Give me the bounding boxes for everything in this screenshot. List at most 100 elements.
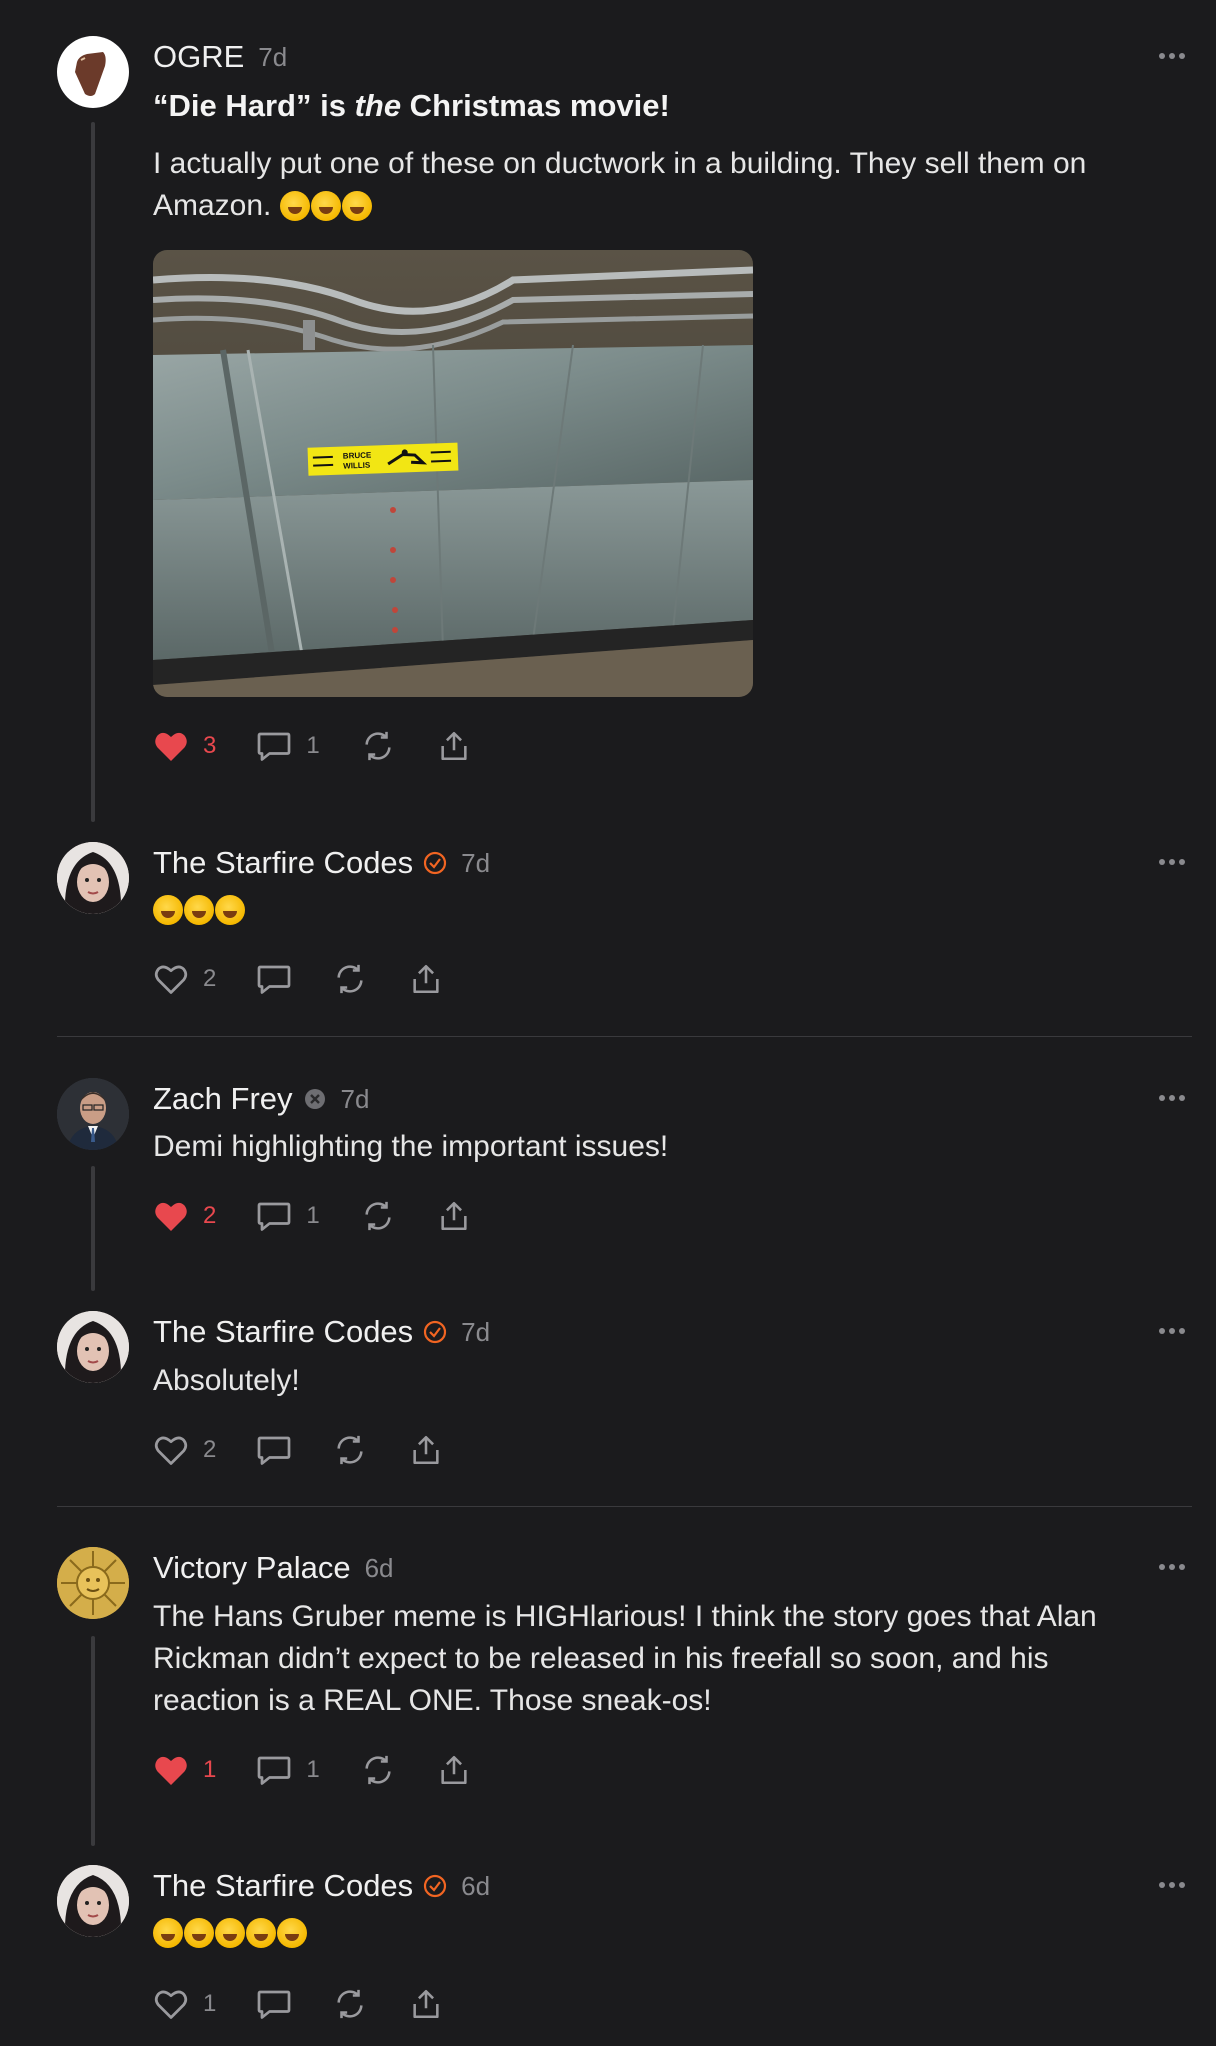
comment-bubble-icon (258, 965, 291, 994)
post-body: The Hans Gruber meme is HIGHlarious! I t… (153, 1600, 1097, 1717)
post-actions: 1 1 (153, 1750, 512, 1790)
like-button[interactable]: 3 (153, 729, 216, 763)
like-button[interactable]: 2 (153, 962, 216, 996)
more-dots-icon[interactable] (1158, 1325, 1186, 1337)
laughing-emoji-icon (246, 1918, 276, 1948)
user-badge-icon (304, 1089, 325, 1109)
repost-icon (365, 1755, 391, 1785)
laughing-emoji-icon (341, 191, 372, 221)
avatar[interactable] (57, 1865, 129, 1937)
share-button[interactable] (436, 1199, 472, 1233)
like-count: 1 (203, 1756, 217, 1783)
avatar[interactable] (57, 1547, 129, 1619)
like-button[interactable]: 1 (153, 1987, 216, 2021)
avatar[interactable] (57, 36, 129, 108)
post-header: OGRE 7d (153, 37, 287, 77)
author-name[interactable]: The Starfire Codes (153, 1314, 413, 1350)
more-dots-icon[interactable] (1158, 1561, 1186, 1573)
share-button[interactable] (408, 1987, 444, 2021)
share-icon (413, 1989, 439, 2019)
like-count: 1 (203, 1990, 217, 2017)
like-count: 2 (203, 1436, 217, 1463)
like-button[interactable]: 2 (153, 1433, 216, 1467)
share-icon (413, 964, 439, 994)
heart-icon (154, 1990, 188, 2019)
like-button[interactable]: 2 (153, 1199, 216, 1233)
sticker-text: BRUCE (343, 451, 372, 461)
post-header: The Starfire Codes 6d (153, 1866, 490, 1906)
author-name[interactable]: OGRE (153, 39, 244, 75)
post-body-emojis (153, 895, 246, 925)
post-ogre: OGRE 7d “Die Hard” is the Christmas movi… (0, 0, 1216, 830)
post-actions: 3 1 (153, 726, 512, 766)
share-button[interactable] (408, 962, 444, 996)
share-button[interactable] (408, 1433, 444, 1467)
starfire-avatar-icon (57, 1865, 129, 1937)
heart-icon (154, 1436, 188, 1465)
post-time: 6d (364, 1552, 394, 1583)
author-name[interactable]: Victory Palace (153, 1550, 351, 1586)
post-body: Demi highlighting the important issues! (153, 1130, 669, 1163)
author-name[interactable]: The Starfire Codes (153, 845, 413, 881)
avatar[interactable] (57, 842, 129, 914)
post-image[interactable]: BRUCE WILLIS (153, 250, 753, 697)
laughing-emoji-icon (279, 191, 310, 221)
comment-button[interactable]: 1 (256, 729, 320, 763)
post-header: Zach Frey 7d (153, 1079, 369, 1119)
comment-button[interactable] (256, 1433, 292, 1467)
repost-button[interactable] (332, 1433, 368, 1467)
more-dots-icon[interactable] (1158, 1092, 1186, 1104)
comment-button[interactable] (256, 1987, 292, 2021)
laughing-emoji-icon (310, 191, 341, 221)
laughing-emoji-icon (153, 895, 183, 925)
repost-icon (337, 1989, 363, 2019)
author-name[interactable]: Zach Frey (153, 1081, 293, 1117)
comment-button[interactable] (256, 962, 292, 996)
thread-divider (57, 1506, 1192, 1507)
post-time: 7d (258, 41, 288, 72)
laughing-emoji-icon (215, 895, 245, 925)
more-dots-icon[interactable] (1158, 50, 1186, 62)
author-name[interactable]: The Starfire Codes (153, 1868, 413, 1904)
comment-count: 1 (306, 1202, 320, 1229)
repost-button[interactable] (360, 729, 396, 763)
ductwork-photo: BRUCE WILLIS (153, 250, 753, 697)
heart-icon (155, 1202, 187, 1231)
share-button[interactable] (436, 1753, 472, 1787)
title-part: Christmas movie! (401, 88, 670, 123)
heart-icon (155, 1756, 187, 1785)
zach-avatar-icon (57, 1078, 129, 1150)
like-button[interactable]: 1 (153, 1753, 216, 1787)
avatar[interactable] (57, 1078, 129, 1150)
laughing-emoji-icon (153, 1918, 183, 1948)
post-body: Absolutely! (153, 1364, 300, 1397)
repost-button[interactable] (332, 1987, 368, 2021)
more-dots-icon[interactable] (1158, 1879, 1186, 1891)
post-time: 7d (461, 847, 491, 878)
repost-button[interactable] (360, 1199, 396, 1233)
post-header: The Starfire Codes 7d (153, 1312, 490, 1352)
more-dots-icon[interactable] (1158, 856, 1186, 868)
laughing-emoji-icon (184, 895, 214, 925)
verified-check-icon (424, 851, 447, 875)
like-count: 3 (203, 732, 217, 759)
comment-bubble-icon (258, 1202, 291, 1231)
repost-button[interactable] (360, 1753, 396, 1787)
share-button[interactable] (436, 729, 472, 763)
laughing-emoji-icon (215, 1918, 245, 1948)
repost-icon (337, 1435, 363, 1465)
post-actions: 2 1 (153, 1196, 512, 1236)
bruce-willis-sticker: BRUCE WILLIS (307, 442, 459, 476)
comment-count: 1 (306, 1756, 320, 1783)
repost-icon (365, 1201, 391, 1231)
post-body: I actually put one of these on ductwork … (153, 143, 1153, 227)
post-time: 7d (340, 1083, 370, 1114)
repost-button[interactable] (332, 962, 368, 996)
comment-button[interactable]: 1 (256, 1199, 320, 1233)
share-icon (441, 1755, 467, 1785)
comment-button[interactable]: 1 (256, 1753, 320, 1787)
avatar[interactable] (57, 1311, 129, 1383)
laughing-emoji-icon (184, 1918, 214, 1948)
title-emphasis: the (354, 88, 402, 123)
comment-count: 1 (306, 732, 320, 759)
